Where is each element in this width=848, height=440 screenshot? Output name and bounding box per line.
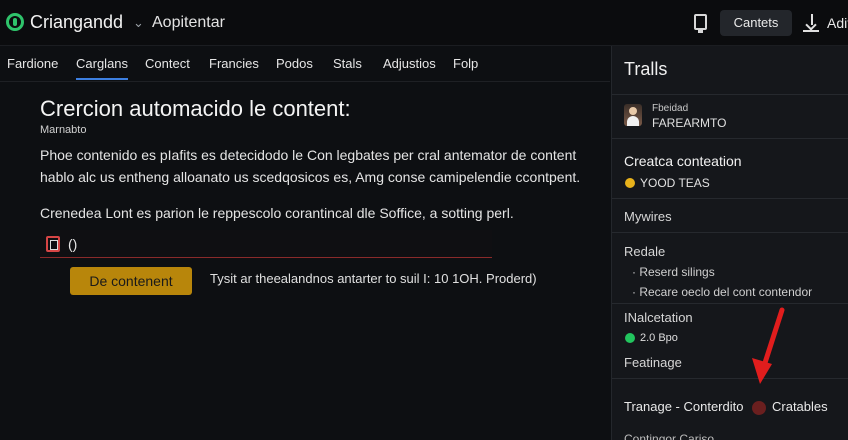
list-item-label: Reserd silings xyxy=(639,265,715,279)
sidebar-divider xyxy=(612,303,848,304)
document-icon[interactable] xyxy=(694,14,707,33)
tab-podos[interactable]: Podos xyxy=(276,56,313,71)
tab-folp[interactable]: Folp xyxy=(453,56,478,71)
list-item[interactable]: · Reserd silings xyxy=(632,265,715,279)
green-status-dot xyxy=(625,333,635,343)
record-indicator-icon xyxy=(752,401,766,415)
red-arrow-icon xyxy=(752,307,785,384)
download-icon-base xyxy=(803,30,819,32)
chevron-down-icon[interactable]: ⌄ xyxy=(133,15,144,31)
list-item[interactable]: · Recare oeclo del cont contendor xyxy=(632,285,812,299)
content-input[interactable] xyxy=(68,232,488,256)
page-caption: Marnabto xyxy=(40,124,87,136)
generate-content-button[interactable]: De contenent xyxy=(70,267,192,295)
description-line-2: hablo alc us entheng alloanato us scedqo… xyxy=(40,169,581,185)
sidebar-divider xyxy=(612,138,848,139)
status-text: Tysit ar theealandnos antarter to suil I… xyxy=(210,271,537,286)
create-section-title: Creatca conteation xyxy=(624,153,742,169)
tab-stals[interactable]: Stals xyxy=(333,56,362,71)
instruction-text: Crenedea Lont es parion le reppescolo co… xyxy=(40,205,514,221)
tab-adjustios[interactable]: Adjustios xyxy=(383,56,436,71)
page-title: Crercion automacido le content: xyxy=(40,96,351,121)
description-line-1: Phoe contenido es pIafits es detecidodo … xyxy=(40,147,577,163)
sidebar-item-template[interactable]: Tranage - Conterdito xyxy=(624,399,743,414)
sidebar-divider xyxy=(612,232,848,233)
cratables-link[interactable]: Cratables xyxy=(772,399,828,414)
contents-button[interactable]: Cantets xyxy=(720,10,792,36)
status-value: 2.0 Bpo xyxy=(640,332,678,344)
sidebar-title: Tralls xyxy=(624,59,668,79)
content-input-row xyxy=(40,230,492,258)
tab-contect[interactable]: Contect xyxy=(145,56,190,71)
yellow-status-dot xyxy=(625,178,635,188)
tools-sidebar: Tralls Fbeidad FAREARMTO Creatca conteat… xyxy=(611,46,848,440)
tab-francies[interactable]: Francies xyxy=(209,56,259,71)
app-title: Criangandd xyxy=(30,12,124,32)
avatar[interactable] xyxy=(624,104,642,126)
sidebar-item-status[interactable]: INalcetation xyxy=(624,310,693,325)
app-subtitle[interactable]: Aopitentar xyxy=(152,14,225,32)
list-item-label: Recare oeclo del cont contendor xyxy=(639,285,813,299)
add-button[interactable]: Adit xyxy=(827,15,848,31)
sidebar-item-mywires[interactable]: Mywires xyxy=(624,209,672,224)
sidebar-divider xyxy=(612,198,848,199)
checkbox-icon[interactable] xyxy=(46,236,60,252)
tabs-divider xyxy=(0,81,610,82)
create-section-subtitle: YOOD TEAS xyxy=(640,176,710,190)
sidebar-item-cut-off[interactable]: Contingor Cariso xyxy=(624,432,714,440)
sidebar-item-redale[interactable]: Redale xyxy=(624,244,665,259)
sidebar-divider xyxy=(612,94,848,95)
tab-fardione[interactable]: Fardione xyxy=(7,56,58,71)
user-role: Fbeidad xyxy=(652,103,689,114)
top-bar: Criangandd ⌄ Aopitentar Cantets Adit xyxy=(0,0,848,46)
tab-carglans[interactable]: Carglans xyxy=(76,56,129,80)
app-logo-icon xyxy=(6,13,24,31)
user-name[interactable]: FAREARMTO xyxy=(652,116,726,130)
sidebar-item-featinage[interactable]: Featinage xyxy=(624,355,682,370)
sidebar-divider xyxy=(612,378,848,379)
